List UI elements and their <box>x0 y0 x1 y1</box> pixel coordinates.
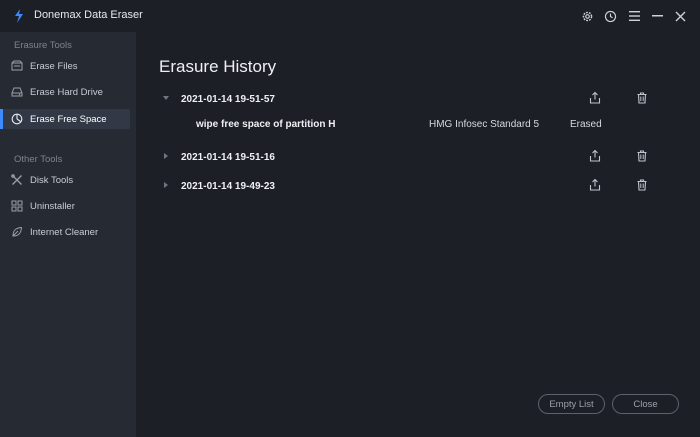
app-title: Donemax Data Eraser <box>34 9 143 21</box>
sidebar-item-label: Internet Cleaner <box>30 226 99 238</box>
history-date: 2021-01-14 19-51-16 <box>181 152 275 163</box>
history-date: 2021-01-14 19-49-23 <box>181 181 275 192</box>
active-indicator <box>0 109 3 129</box>
history-row[interactable]: 2021-01-14 19-51-16 <box>136 148 700 170</box>
menu-icon[interactable] <box>625 7 643 25</box>
drive-icon <box>11 86 23 98</box>
trash-icon[interactable] <box>635 149 649 163</box>
detail-algorithm: HMG Infosec Standard 5 <box>429 119 540 130</box>
history-row[interactable]: 2021-01-14 19-51-57 <box>136 90 700 112</box>
close-button[interactable]: Close <box>612 394 679 414</box>
history-row[interactable]: 2021-01-14 19-49-23 <box>136 177 700 199</box>
section-title-other-tools: Other Tools <box>14 154 63 165</box>
leaf-icon <box>11 226 23 238</box>
empty-list-button[interactable]: Empty List <box>538 394 605 414</box>
app-logo-icon <box>15 9 23 23</box>
page-title: Erasure History <box>159 57 277 76</box>
export-icon[interactable] <box>588 149 602 163</box>
sidebar-item-label: Disk Tools <box>30 174 74 186</box>
grid-icon <box>11 200 23 212</box>
history-date: 2021-01-14 19-51-57 <box>181 94 275 105</box>
gear-icon[interactable] <box>578 7 596 25</box>
minimize-icon[interactable] <box>648 7 666 25</box>
sidebar-item-label: Erase Files <box>30 60 78 72</box>
detail-name: wipe free space of partition H <box>196 119 336 130</box>
title-bar: Donemax Data Eraser <box>0 0 700 32</box>
sidebar-item-label: Erase Hard Drive <box>30 86 103 98</box>
export-icon[interactable] <box>588 91 602 105</box>
clock-icon[interactable] <box>601 7 619 25</box>
sidebar-item-internet-cleaner[interactable]: Internet Cleaner <box>3 222 130 242</box>
caret-right-icon[interactable] <box>164 182 168 188</box>
sidebar: Erasure Tools Erase Files Erase Hard Dri… <box>0 32 136 437</box>
trash-icon[interactable] <box>635 91 649 105</box>
tools-icon <box>11 174 23 186</box>
sidebar-item-uninstaller[interactable]: Uninstaller <box>3 196 130 216</box>
close-icon[interactable] <box>671 7 689 25</box>
files-icon <box>11 60 23 72</box>
clock-pie-icon <box>11 113 23 125</box>
caret-down-icon[interactable] <box>163 96 169 100</box>
sidebar-item-disk-tools[interactable]: Disk Tools <box>3 170 130 190</box>
detail-status: Erased <box>570 119 602 130</box>
export-icon[interactable] <box>588 178 602 192</box>
sidebar-item-erase-files[interactable]: Erase Files <box>3 56 130 76</box>
main-panel: Erasure History 2021-01-14 19-51-57 wipe… <box>136 32 700 437</box>
history-detail-row[interactable]: wipe free space of partition H HMG Infos… <box>136 116 700 136</box>
trash-icon[interactable] <box>635 178 649 192</box>
sidebar-item-label: Erase Free Space <box>30 113 107 125</box>
section-title-erasure-tools: Erasure Tools <box>14 40 72 51</box>
sidebar-item-erase-hard-drive[interactable]: Erase Hard Drive <box>3 82 130 102</box>
sidebar-item-label: Uninstaller <box>30 200 75 212</box>
caret-right-icon[interactable] <box>164 153 168 159</box>
sidebar-item-erase-free-space[interactable]: Erase Free Space <box>3 109 130 129</box>
